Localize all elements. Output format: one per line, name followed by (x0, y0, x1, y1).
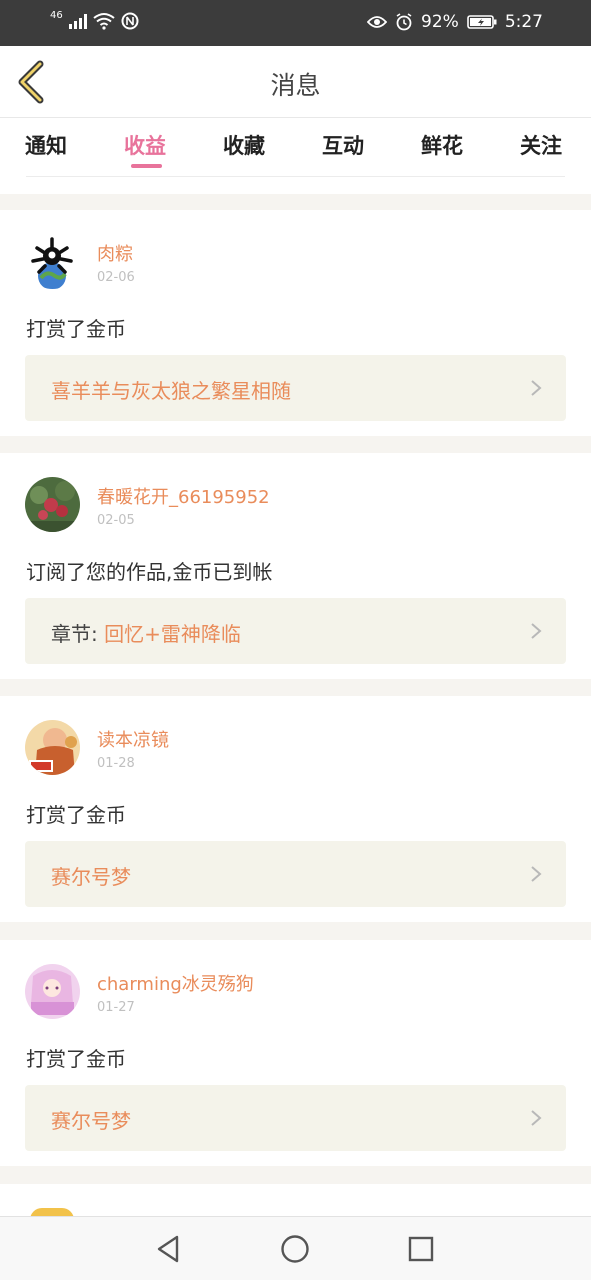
work-link[interactable]: 喜羊羊与灰太狼之繁星相随 (25, 355, 566, 421)
message-action-text: 打赏了金币 (26, 1047, 126, 1071)
message-card: 读本凉镜 01-28 打赏了金币 赛尔号梦 (0, 696, 591, 922)
chevron-right-icon (531, 380, 542, 396)
status-right: 92% 5:27 (367, 12, 543, 32)
avatar[interactable] (25, 234, 80, 289)
avatar-image (25, 234, 80, 289)
network-type: 46 (50, 9, 63, 21)
page-title: 消息 (270, 71, 321, 100)
home-circle-icon[interactable] (279, 1233, 311, 1265)
message-card: 肉粽 02-06 打赏了金币 喜羊羊与灰太狼之繁星相随 (0, 210, 591, 436)
status-bar: 46 92% 5:27 (0, 0, 591, 46)
avatar[interactable] (25, 477, 80, 532)
work-title: 赛尔号梦 (51, 1105, 131, 1134)
tab-interactions[interactable]: 互动 (322, 130, 364, 160)
message-action-text: 订阅了您的作品,金币已到帐 (26, 560, 273, 584)
username-link[interactable]: charming冰灵殇狗 (97, 970, 254, 996)
chevron-right-icon (531, 1110, 542, 1126)
message-date: 01-27 (97, 1000, 135, 1015)
chapter-link[interactable]: 章节: 回忆+雷神降临 (25, 598, 566, 664)
tab-bar: 通知 收益 收藏 互动 鲜花 关注 (0, 118, 591, 194)
recents-square-icon[interactable] (405, 1233, 437, 1265)
work-title-text: 赛尔号梦 (51, 865, 131, 889)
chapter-prefix: 章节: (51, 622, 98, 646)
nfc-icon (121, 12, 139, 30)
divider (26, 176, 565, 177)
work-title-text: 赛尔号梦 (51, 1109, 131, 1133)
work-title: 赛尔号梦 (51, 861, 131, 890)
avatar[interactable] (25, 720, 80, 775)
signal-icon (68, 13, 87, 29)
work-link[interactable]: 赛尔号梦 (25, 1085, 566, 1151)
tab-earnings[interactable]: 收益 (124, 130, 166, 160)
tab-flowers[interactable]: 鲜花 (421, 130, 463, 160)
message-action-text: 打赏了金币 (26, 317, 126, 341)
tab-notifications[interactable]: 通知 (25, 130, 67, 160)
message-card: charming冰灵殇狗 01-27 打赏了金币 赛尔号梦 (0, 940, 591, 1166)
avatar[interactable] (25, 964, 80, 1019)
work-link[interactable]: 赛尔号梦 (25, 841, 566, 907)
tab-favorites[interactable]: 收藏 (223, 130, 265, 160)
wifi-icon (93, 13, 115, 30)
chevron-right-icon (531, 623, 542, 639)
username-link[interactable]: 读本凉镜 (97, 726, 169, 752)
message-date: 01-28 (97, 756, 135, 771)
battery-percent: 92% (421, 12, 459, 32)
battery-icon (467, 15, 497, 29)
system-nav-bar (0, 1216, 591, 1280)
message-action-text: 打赏了金币 (26, 803, 126, 827)
chevron-right-icon (531, 866, 542, 882)
message-date: 02-06 (97, 270, 135, 285)
clock-time: 5:27 (504, 12, 543, 32)
message-card: 春暖花开_66195952 02-05 订阅了您的作品,金币已到帐 章节: 回忆… (0, 453, 591, 679)
username-link[interactable]: 春暖花开_66195952 (97, 483, 270, 509)
work-title: 喜羊羊与灰太狼之繁星相随 (51, 375, 291, 404)
header: 消息 (0, 46, 591, 118)
back-triangle-icon[interactable] (153, 1233, 185, 1265)
chapter-title-text: 回忆+雷神降临 (104, 622, 241, 646)
chapter-title: 章节: 回忆+雷神降临 (51, 618, 241, 647)
alarm-icon (396, 13, 412, 31)
avatar-image (25, 720, 80, 775)
username-link[interactable]: 肉粽 (97, 240, 133, 266)
avatar-image (25, 477, 80, 532)
eye-icon (367, 16, 388, 28)
status-left: 46 (50, 9, 139, 30)
active-tab-indicator (131, 164, 162, 168)
tab-following[interactable]: 关注 (520, 130, 562, 160)
avatar-image (25, 964, 80, 1019)
message-date: 02-05 (97, 513, 135, 528)
work-title-text: 喜羊羊与灰太狼之繁星相随 (51, 379, 291, 403)
